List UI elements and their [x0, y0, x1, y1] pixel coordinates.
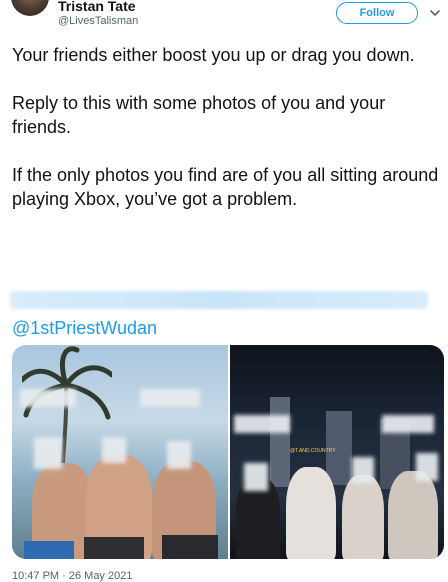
person-figure — [342, 475, 384, 559]
redacted-face — [102, 437, 126, 463]
tweet-text: Your friends either boost you up or drag… — [12, 43, 440, 235]
follow-button[interactable]: Follow — [336, 2, 418, 24]
photo-beach-group[interactable] — [12, 345, 228, 559]
photo-caption-tag: @T.AND.COUNTRY — [290, 448, 336, 454]
redacted-overlay — [20, 389, 76, 407]
redacted-text — [10, 291, 428, 309]
redacted-face — [244, 463, 268, 491]
redacted-face — [352, 457, 374, 483]
redacted-face — [416, 453, 438, 481]
author-avatar[interactable] — [11, 0, 49, 16]
building-graphic — [270, 397, 290, 487]
tweet-media[interactable]: @T.AND.COUNTRY — [12, 345, 444, 559]
shorts-graphic — [162, 535, 218, 559]
redacted-overlay — [382, 415, 434, 433]
tweet-paragraph: If the only photos you find are of you a… — [12, 165, 439, 209]
tweet-paragraph: Your friends either boost you up or drag… — [12, 45, 415, 65]
redacted-overlay — [234, 415, 290, 433]
redacted-overlay — [140, 389, 200, 407]
chevron-down-icon[interactable] — [428, 6, 442, 20]
photo-night-group[interactable]: @T.AND.COUNTRY — [230, 345, 444, 559]
tweet-paragraph: Reply to this with some photos of you an… — [12, 93, 386, 137]
tweet-timestamp[interactable]: 10:47 PM · 26 May 2021 — [12, 570, 132, 582]
redacted-face — [167, 441, 191, 469]
mention-link[interactable]: @1stPriestWudan — [12, 317, 157, 339]
author-handle[interactable]: @LivesTalisman — [58, 14, 138, 28]
shorts-graphic — [24, 541, 74, 559]
shorts-graphic — [84, 537, 144, 559]
author-name[interactable]: Tristan Tate — [58, 0, 136, 14]
person-figure — [388, 471, 438, 559]
person-figure — [286, 467, 336, 559]
redacted-face — [34, 437, 62, 469]
